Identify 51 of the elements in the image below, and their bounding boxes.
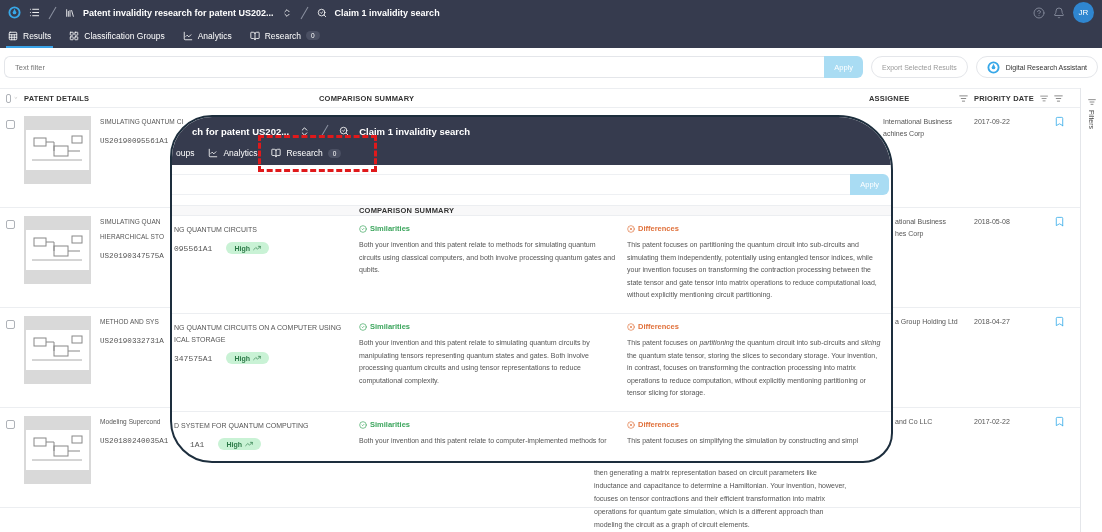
row-checkbox[interactable]: [6, 420, 15, 429]
table-icon: [8, 30, 18, 41]
tab[interactable]: Classification Groups: [67, 25, 167, 48]
book-icon: [271, 148, 282, 159]
check-circle-icon: [359, 322, 367, 331]
x-circle-icon: [627, 322, 635, 331]
check-circle-icon: [359, 420, 367, 429]
check-circle-icon: [359, 224, 367, 233]
list-icon: [29, 7, 40, 18]
bookmark-icon[interactable]: [1054, 116, 1065, 127]
filter-icon[interactable]: [959, 93, 968, 103]
breadcrumb-link[interactable]: ch for patent US202...: [192, 125, 290, 137]
tab[interactable]: Analytics: [180, 25, 234, 48]
filter-icon[interactable]: [1087, 98, 1096, 106]
select-all-checkbox[interactable]: [6, 93, 12, 103]
bookmark-icon[interactable]: [1054, 416, 1065, 427]
row-checkbox[interactable]: [6, 220, 15, 229]
trend-icon: [244, 440, 253, 448]
bell-icon[interactable]: [1053, 6, 1065, 19]
patent-number: 095561A1: [174, 243, 213, 253]
library-icon: [65, 7, 75, 18]
search-icon: [316, 7, 327, 18]
breadcrumb-link[interactable]: Claim 1 invalidity search: [334, 7, 440, 18]
x-circle-icon: [627, 224, 635, 233]
tab[interactable]: Analytics: [206, 148, 260, 161]
trend-icon: [252, 354, 261, 362]
chart-icon: [208, 148, 219, 159]
logo-icon: [986, 60, 1000, 74]
filter-icon[interactable]: [1054, 93, 1063, 103]
tab[interactable]: Results: [6, 25, 54, 48]
filter-icon[interactable]: [1039, 93, 1048, 103]
patent-number: 1A1: [190, 439, 205, 449]
row-checkbox[interactable]: [6, 320, 15, 329]
row-checkbox[interactable]: [6, 120, 15, 129]
tab[interactable]: oups: [174, 148, 197, 161]
trend-icon: [252, 244, 261, 252]
user-avatar[interactable]: JR: [1073, 2, 1094, 23]
search-icon: [339, 126, 350, 137]
chart-icon: [182, 30, 193, 41]
logo-icon: [8, 6, 21, 19]
book-icon: [249, 30, 260, 41]
patent-number: 347575A1: [174, 353, 213, 363]
grid-icon: [69, 30, 80, 41]
breadcrumb-link[interactable]: Claim 1 invalidity search: [359, 125, 471, 137]
x-circle-icon: [627, 420, 635, 429]
bookmark-icon[interactable]: [1054, 216, 1065, 227]
text-filter-field[interactable]: [172, 174, 851, 195]
updown-icon[interactable]: [281, 7, 292, 18]
help-icon[interactable]: [1033, 6, 1045, 19]
breadcrumb-link[interactable]: Patent invalidity research for patent US202...: [83, 7, 274, 18]
bookmark-icon[interactable]: [1054, 316, 1065, 327]
